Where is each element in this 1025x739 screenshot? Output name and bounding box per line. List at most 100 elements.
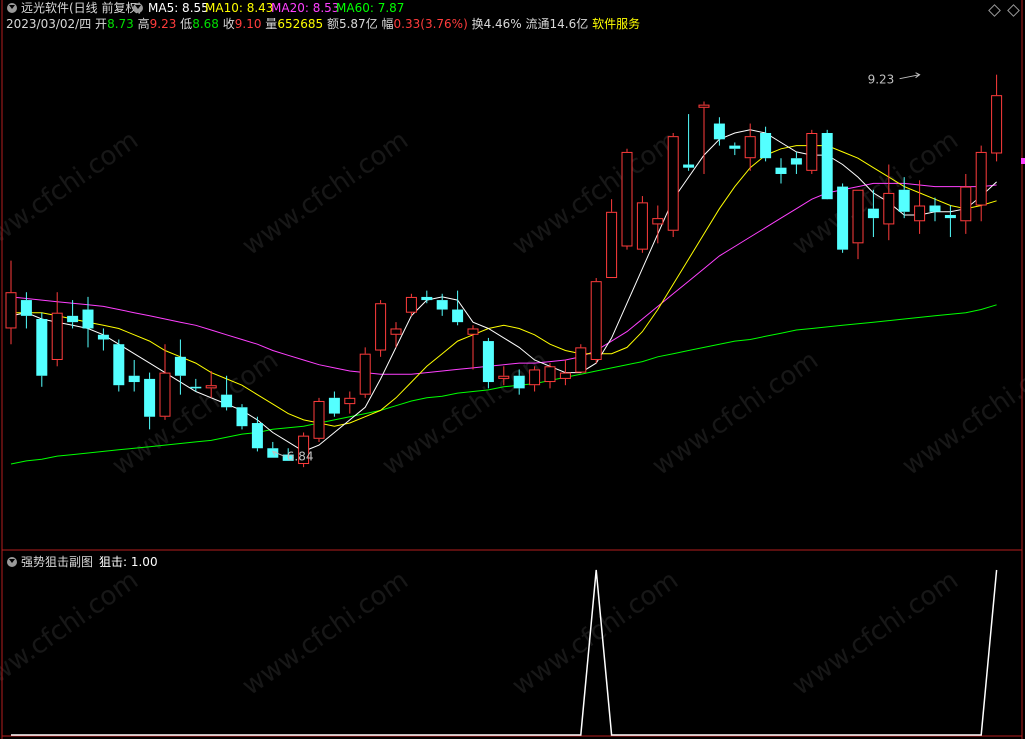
candle-body-up: [744, 136, 756, 159]
candle-body-down: [898, 189, 910, 212]
candle-body-up: [667, 136, 679, 231]
candle: [128, 359, 140, 392]
candle: [421, 290, 433, 304]
candle: [683, 114, 695, 171]
candlesticks: [5, 74, 1003, 468]
candle-body-down: [713, 123, 725, 140]
sub-chart-title: 强势狙击副图: [21, 555, 94, 569]
candle-body-up: [590, 281, 602, 360]
price-annotations: 9.23 6.84: [271, 72, 921, 463]
volume-label: 量: [265, 17, 278, 31]
quote-date: 2023/03/02/四: [6, 17, 92, 31]
candle-body-up: [606, 211, 618, 279]
chart-menu-icon[interactable]: [7, 3, 17, 13]
candle-body-down: [790, 158, 802, 165]
candle-body-down: [821, 133, 833, 200]
candle-body-down: [775, 167, 787, 174]
high-price-label: 9.23: [868, 73, 895, 87]
candle-body-up: [544, 366, 556, 383]
candle-body-up: [883, 192, 895, 225]
watermark-text: www.cfchi.com: [647, 345, 824, 481]
ma10-label: MA10: 8.43: [205, 1, 274, 15]
candle-body-up: [960, 186, 972, 222]
candle: [944, 205, 956, 238]
candle: [575, 344, 587, 373]
candle: [975, 145, 987, 222]
candle-body-up: [852, 189, 864, 244]
candle: [713, 117, 725, 146]
right-edge-marker: [1021, 158, 1025, 164]
float-value: 流通14.6亿: [525, 17, 589, 31]
candle-body-down: [729, 145, 741, 149]
candle-body-down: [251, 423, 263, 449]
candle-body-up: [636, 202, 648, 250]
watermark-text: www.cfchi.com: [237, 125, 414, 261]
candle-body-down: [944, 214, 956, 219]
candle-body-down: [760, 133, 772, 159]
candle-body-up: [621, 151, 633, 247]
candle-body-down: [221, 394, 233, 408]
candle-body-down: [328, 397, 340, 414]
candle-body-up: [991, 95, 1003, 154]
candle: [652, 205, 664, 244]
sub-chart-menu-icon[interactable]: [7, 557, 17, 567]
candle: [698, 101, 710, 174]
candle-body-down: [36, 319, 48, 376]
candle-body-down: [190, 386, 202, 389]
candle: [359, 347, 371, 398]
watermark-text: www.cfchi.com: [0, 125, 144, 261]
candle: [606, 199, 618, 279]
high-label: 高: [137, 17, 150, 31]
watermark-text: www.cfchi.com: [377, 345, 554, 481]
candle-body-up: [498, 375, 510, 379]
low-price-label: 6.84: [287, 449, 314, 463]
ma20-label: MA20: 8.53: [271, 1, 340, 15]
candle: [529, 366, 541, 392]
amount-label: 额: [326, 17, 339, 31]
candle: [852, 189, 864, 260]
candle: [467, 325, 479, 370]
candle-body-down: [174, 356, 186, 376]
candle-body-up: [159, 372, 171, 417]
change-value: 0.33(3.76%): [393, 17, 468, 31]
turnover-value: 换4.46%: [471, 17, 522, 31]
candle: [113, 339, 125, 392]
candle-body-up: [806, 133, 818, 171]
candle-body-up: [375, 303, 387, 351]
candle: [159, 344, 171, 420]
candle-body-up: [975, 151, 987, 206]
sub-indicator-value: 狙击: 1.00: [99, 555, 158, 569]
candle-body-up: [575, 347, 587, 373]
candle: [452, 290, 464, 326]
candle-body-up: [390, 328, 402, 335]
candle-body-down: [452, 309, 464, 323]
candle: [251, 416, 263, 452]
watermark-text: www.cfchi.com: [237, 565, 414, 701]
candle: [436, 293, 448, 316]
candle: [667, 133, 679, 238]
candle: [544, 363, 556, 389]
chart-canvas: www.cfchi.com www.cfchi.com www.cfchi.com w…: [0, 0, 1025, 739]
candle-body-up: [529, 369, 541, 386]
candle: [174, 339, 186, 395]
open-value: 8.73: [107, 17, 134, 31]
high-value: 9.23: [149, 17, 177, 31]
candle-body-down: [67, 315, 79, 323]
candle: [636, 196, 648, 253]
candle: [775, 158, 787, 184]
candle-body-up: [652, 218, 664, 225]
candle: [621, 148, 633, 250]
candle-body-down: [97, 334, 109, 340]
candle-body-down: [436, 300, 448, 310]
candle: [405, 293, 417, 316]
watermark-text: www.cfchi.com: [107, 345, 284, 481]
candle: [806, 129, 818, 174]
open-label: 开: [95, 17, 108, 31]
candle-body-down: [82, 309, 94, 329]
quote-info-line: 2023/03/02/四 开8.73 高9.23 低8.68 收9.10 量65…: [6, 16, 640, 32]
ma-menu-icon[interactable]: [133, 3, 143, 13]
stock-title: 远光软件(日线 前复权): [21, 1, 143, 15]
low-label: 低: [180, 17, 193, 31]
candle-body-down: [513, 375, 525, 389]
watermark-text: www.cfchi.com: [897, 345, 1025, 481]
